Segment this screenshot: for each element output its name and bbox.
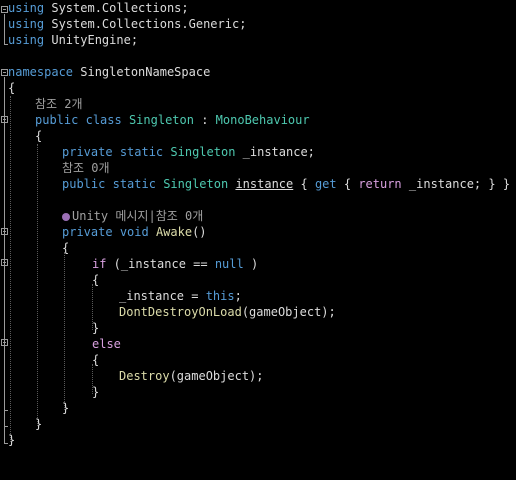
brace: } — [62, 401, 70, 415]
field-name: _instance; — [235, 145, 315, 159]
keyword: using — [8, 33, 45, 47]
type-name: Singleton — [170, 145, 236, 159]
keyword: this — [205, 289, 235, 303]
brace: { — [8, 81, 16, 95]
namespace-name: SingletonNameSpace — [73, 65, 211, 79]
code-text: ) — [243, 257, 259, 271]
type-name: Singleton — [163, 177, 229, 191]
keyword: return — [358, 177, 402, 191]
code-line-15: private void Awake() — [0, 224, 516, 240]
keyword: void — [119, 225, 149, 239]
code-line-1: using System.Collections; — [0, 0, 516, 16]
codelens-references[interactable]: 참조 0개 — [62, 160, 110, 176]
base-class-name: MonoBehaviour — [215, 113, 310, 127]
codelens-line: 참조 2개 — [0, 96, 516, 112]
brace: { — [62, 241, 70, 255]
brace: { — [92, 353, 100, 367]
code-text: : — [193, 113, 216, 127]
codelens-references[interactable]: 참조 2개 — [35, 96, 83, 112]
keyword: null — [214, 257, 244, 271]
brace: { — [35, 129, 43, 143]
code-text: { — [336, 177, 359, 191]
keyword: private — [62, 145, 113, 159]
keyword: private — [62, 225, 113, 239]
brace: } — [35, 417, 43, 431]
codelens-line: 참조 0개 — [0, 160, 516, 176]
code-line-12: public static Singleton instance { get {… — [0, 176, 516, 192]
code-line-18: { — [0, 272, 516, 288]
property-name: instance — [235, 177, 294, 191]
code-line-21: } — [0, 320, 516, 336]
keyword: static — [119, 145, 164, 159]
keyword: using — [8, 1, 45, 15]
code-text: UnityEngine; — [44, 33, 139, 47]
code-line-9: { — [0, 128, 516, 144]
code-line-2: using System.Collections.Generic; — [0, 16, 516, 32]
brace: } — [92, 321, 100, 335]
code-line-25: } — [0, 384, 516, 400]
code-text: _instance; } } — [401, 177, 511, 191]
brace: } — [92, 385, 100, 399]
keyword: get — [314, 177, 337, 191]
code-text: _instance = — [119, 289, 206, 303]
code-line-19: _instance = this; — [0, 288, 516, 304]
codelens-line: Unity 메시지|참조 0개 — [0, 208, 516, 224]
code-line-16: { — [0, 240, 516, 256]
code-editor[interactable]: using System.Collections; using System.C… — [0, 0, 516, 450]
keyword: using — [8, 17, 45, 31]
keyword: public — [35, 113, 79, 127]
code-text: System.Collections; — [44, 1, 189, 15]
code-text: (gameObject); — [169, 369, 264, 383]
keyword: namespace — [8, 65, 74, 79]
unity-message-icon — [62, 213, 70, 221]
code-line-23: { — [0, 352, 516, 368]
code-line-27: } — [0, 416, 516, 432]
code-text: () — [192, 225, 207, 239]
keyword: class — [85, 113, 122, 127]
keyword: if — [92, 257, 107, 271]
code-line-28: } — [0, 432, 516, 448]
code-line-10: private static Singleton _instance; — [0, 144, 516, 160]
code-line-24: Destroy(gameObject); — [0, 368, 516, 384]
method-name: Awake — [155, 225, 193, 239]
keyword: static — [112, 177, 156, 191]
codelens-references[interactable]: Unity 메시지|참조 0개 — [72, 209, 203, 223]
class-name: Singleton — [128, 113, 194, 127]
method-name: DontDestroyOnLoad — [119, 305, 242, 319]
code-line-17: if (_instance == null ) — [0, 256, 516, 272]
code-text: (_instance == — [106, 257, 215, 271]
code-line-22: else — [0, 336, 516, 352]
keyword: public — [62, 177, 106, 191]
keyword: else — [92, 337, 121, 351]
code-line-26: } — [0, 400, 516, 416]
code-text: ; — [234, 289, 242, 303]
method-name: Destroy — [119, 369, 170, 383]
brace: { — [92, 273, 100, 287]
code-text: { — [293, 177, 315, 191]
brace: } — [8, 433, 16, 447]
code-line-20: DontDestroyOnLoad(gameObject); — [0, 304, 516, 320]
code-line-8: public class Singleton : MonoBehaviour — [0, 112, 516, 128]
code-line-3: using UnityEngine; — [0, 32, 516, 48]
code-text: (gameObject); — [241, 305, 336, 319]
code-line-5: namespace SingletonNameSpace — [0, 64, 516, 80]
code-text: System.Collections.Generic; — [44, 17, 247, 31]
code-line-6: { — [0, 80, 516, 96]
